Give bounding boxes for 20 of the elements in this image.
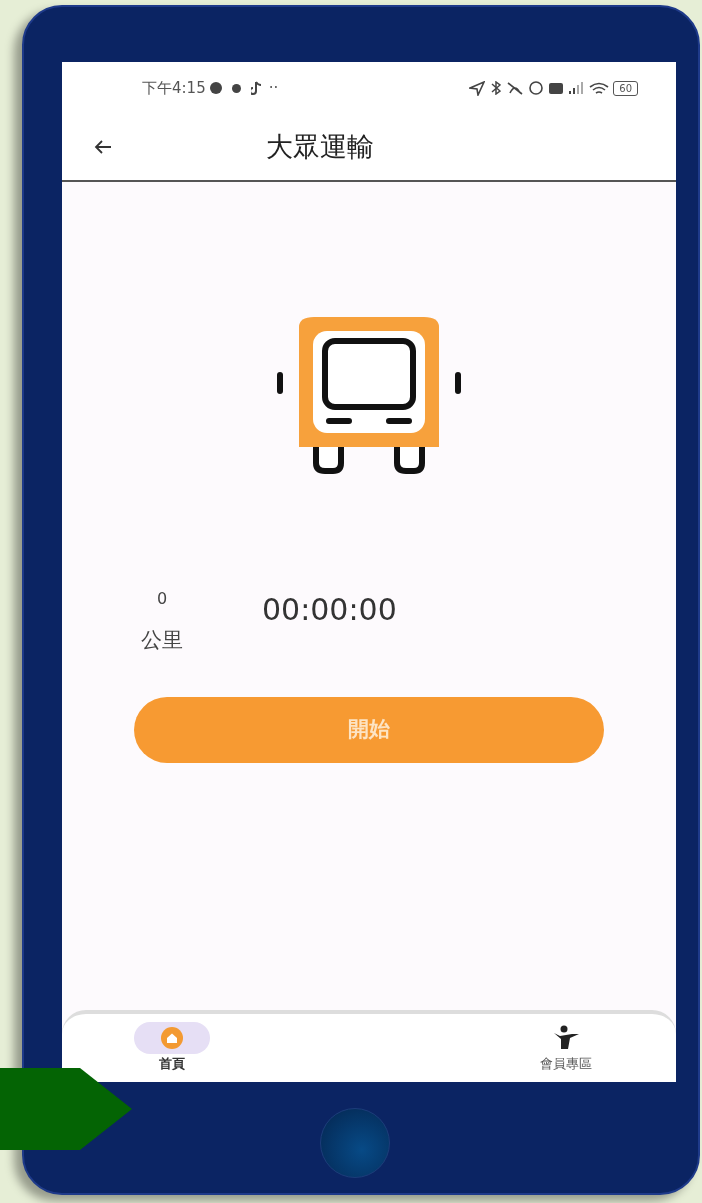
home-icon [161, 1027, 183, 1049]
app-notification-icon [209, 82, 222, 94]
status-time: 下午4:15 [142, 77, 206, 99]
bluetooth-icon [491, 81, 502, 95]
nav-tab[interactable]: 首頁 [122, 1022, 222, 1082]
back-arrow-icon [94, 139, 112, 155]
status-dots: ·· [268, 77, 279, 99]
signal-icon [569, 82, 584, 94]
distance-value: 0 [156, 588, 168, 610]
distance-unit: 公里 [141, 627, 183, 654]
nav-tab[interactable]: 會員專區 [516, 1022, 616, 1082]
timer: 00:00:00 [262, 591, 397, 629]
alarm-clock-icon [529, 81, 544, 95]
battery-indicator: 60 [613, 80, 638, 96]
music-note-icon [250, 81, 261, 95]
app-notification-icon [231, 83, 241, 93]
location-arrow-icon [469, 80, 486, 96]
network-badge-icon [549, 82, 564, 94]
page-title: 大眾運輸 [266, 129, 374, 164]
wifi-icon [589, 81, 610, 95]
